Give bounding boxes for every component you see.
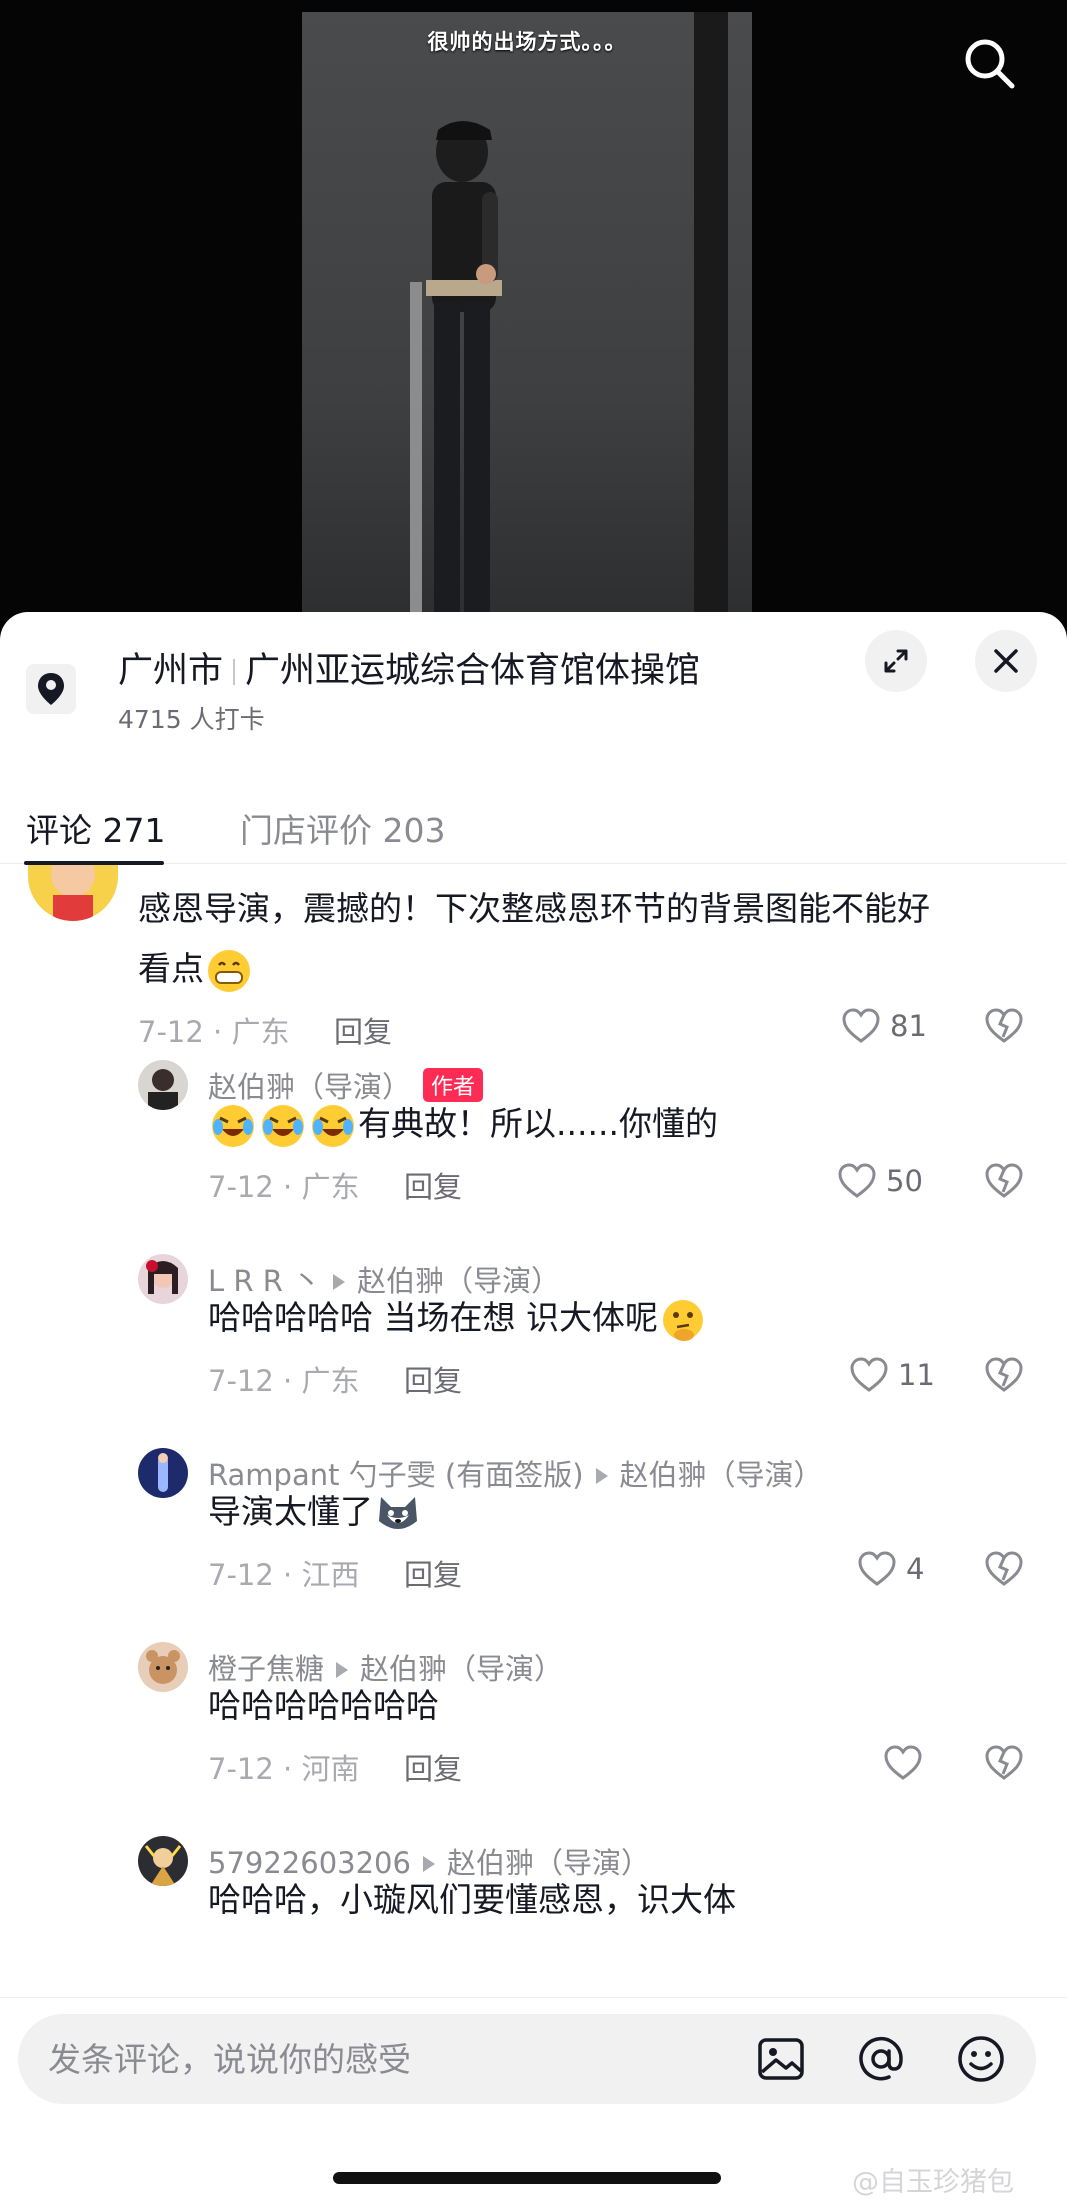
dislike-button[interactable]: [983, 1548, 1025, 1594]
image-icon: [758, 2038, 804, 2080]
like-count: 4: [906, 1552, 925, 1586]
tab-bar: 评论 271 门店评价 203: [0, 784, 1067, 865]
tab-reviews[interactable]: 门店评价 203: [240, 804, 445, 852]
close-icon: [994, 649, 1018, 673]
comment-text-continued: 看点: [138, 939, 254, 999]
comment-sheet: 广州市 广州亚运城综合体育馆体操馆 4715 人打卡 评论 271 门店评价 20…: [0, 612, 1067, 2203]
comment-meta: 7-12 · 广东: [208, 1364, 360, 1398]
heart-icon: [842, 1008, 880, 1043]
reply-button[interactable]: 回复: [404, 1746, 462, 1788]
avatar[interactable]: [138, 1642, 188, 1692]
reply-to-name: 赵伯翀（导演）: [619, 1458, 823, 1492]
laughing-crying-emoji-icon: [260, 1103, 306, 1149]
search-button[interactable]: [960, 34, 1020, 94]
grin-emoji-icon: [206, 948, 252, 994]
location-pin-icon: [26, 664, 76, 714]
close-button[interactable]: [975, 630, 1037, 692]
avatar[interactable]: [28, 865, 118, 921]
comment-text: 导演太懂了: [208, 1482, 423, 1542]
dislike-button[interactable]: [983, 1354, 1025, 1400]
expand-icon: [884, 649, 908, 673]
location-title: 广州市 广州亚运城综合体育馆体操馆: [118, 642, 700, 693]
broken-heart-icon: [985, 1357, 1023, 1392]
reply-item: L R R 丶赵伯翀（导演） 哈哈哈哈哈 当场在想 识大体呢 7-12 · 广东…: [0, 1254, 1067, 1434]
comment-list: 感恩导演，震撼的！下次整感恩环节的背景图能不能好 看点 7-12 · 广东 回复…: [0, 865, 1067, 2011]
reply-item: 57922603206 赵伯翀（导演） 哈哈哈，小璇风们要懂感恩，识大体: [0, 1836, 1067, 2011]
like-count: 11: [898, 1358, 935, 1392]
comment-text: 感恩导演，震撼的！下次整感恩环节的背景图能不能好: [138, 889, 930, 928]
thinking-emoji-icon: [660, 1297, 706, 1343]
home-indicator[interactable]: [333, 2172, 721, 2184]
image-button[interactable]: [753, 2031, 809, 2087]
title-separator: [233, 659, 236, 685]
video-caption: 很帅的出场方式。。。: [427, 30, 627, 54]
bottom-bar: @自玉珍猪包: [0, 1997, 1067, 2203]
comment-meta: 7-12 · 江西: [208, 1558, 360, 1592]
reply-item: 橙子焦糖 赵伯翀（导演） 哈哈哈哈哈哈哈 7-12 · 河南 回复: [0, 1642, 1067, 1822]
watermark: @自玉珍猪包: [852, 2167, 1014, 2198]
reply-button[interactable]: 回复: [404, 1164, 462, 1206]
avatar[interactable]: [138, 1836, 188, 1886]
dislike-button[interactable]: [983, 1005, 1025, 1051]
heart-icon: [850, 1357, 888, 1392]
avatar[interactable]: [138, 1060, 188, 1110]
location-header[interactable]: 广州市 广州亚运城综合体育馆体操馆 4715 人打卡: [0, 612, 1067, 762]
reply-button[interactable]: 回复: [404, 1552, 462, 1594]
reply-item: 赵伯翀（导演） 作者 有典故！所以......你懂的 7-12 · 广东 回复 5…: [0, 1060, 1067, 1240]
comment-item: 感恩导演，震撼的！下次整感恩环节的背景图能不能好 看点 7-12 · 广东 回复…: [0, 865, 1067, 1049]
broken-heart-icon: [985, 1551, 1023, 1586]
emoji-icon: [958, 2036, 1004, 2082]
heart-icon: [838, 1163, 876, 1198]
video-frame: 很帅的出场方式。。。: [302, 12, 752, 660]
dislike-button[interactable]: [983, 1160, 1025, 1206]
reply-button[interactable]: 回复: [404, 1358, 462, 1400]
broken-heart-icon: [985, 1745, 1023, 1780]
director-figure: [410, 121, 502, 660]
search-icon: [965, 39, 1015, 89]
broken-heart-icon: [985, 1163, 1023, 1198]
comment-text: 哈哈哈，小璇风们要懂感恩，识大体: [208, 1880, 736, 1919]
location-city: 广州市: [118, 651, 224, 691]
avatar[interactable]: [138, 1448, 188, 1498]
reply-button[interactable]: 回复: [334, 1009, 392, 1051]
comment-input-box: [18, 2014, 1036, 2104]
dislike-button[interactable]: [983, 1742, 1025, 1788]
like-button[interactable]: 4: [856, 1548, 924, 1590]
checkin-count: 4715 人打卡: [118, 705, 265, 734]
location-venue: 广州亚运城综合体育馆体操馆: [245, 651, 701, 691]
avatar[interactable]: [138, 1254, 188, 1304]
like-count: 50: [886, 1164, 923, 1198]
reply-item: Rampant 勺子雯 (有面签版) 赵伯翀（导演） 导演太懂了 7-12 · 江…: [0, 1448, 1067, 1628]
like-button[interactable]: 11: [848, 1354, 935, 1396]
reply-arrow-icon: [595, 1468, 608, 1484]
like-button[interactable]: 50: [836, 1160, 923, 1202]
heart-icon: [858, 1551, 896, 1586]
comment-meta: 7-12 · 河南: [208, 1752, 360, 1786]
heart-icon: [884, 1745, 922, 1780]
expand-button[interactable]: [865, 630, 927, 692]
comment-meta: 7-12 · 广东: [208, 1170, 360, 1204]
comment-meta: 7-12 · 广东: [138, 1015, 290, 1049]
comment-text: 有典故！所以......你懂的: [208, 1094, 718, 1154]
like-button[interactable]: 81: [840, 1005, 927, 1047]
laughing-crying-emoji-icon: [210, 1103, 256, 1149]
comment-text: 哈哈哈哈哈 当场在想 识大体呢: [208, 1288, 708, 1348]
laughing-crying-emoji-icon: [310, 1103, 356, 1149]
tab-comments[interactable]: 评论 271: [26, 804, 165, 852]
broken-heart-icon: [985, 1008, 1023, 1043]
comment-input[interactable]: [48, 2014, 728, 2104]
comment-text: 哈哈哈哈哈哈哈: [208, 1686, 439, 1725]
like-button[interactable]: [882, 1742, 932, 1784]
emoji-button[interactable]: [953, 2031, 1009, 2087]
mention-button[interactable]: [853, 2031, 909, 2087]
at-icon: [859, 2036, 903, 2081]
husky-dog-emoji-icon: [375, 1491, 421, 1537]
video-player[interactable]: 很帅的出场方式。。。: [0, 0, 1067, 660]
like-count: 81: [890, 1009, 927, 1043]
